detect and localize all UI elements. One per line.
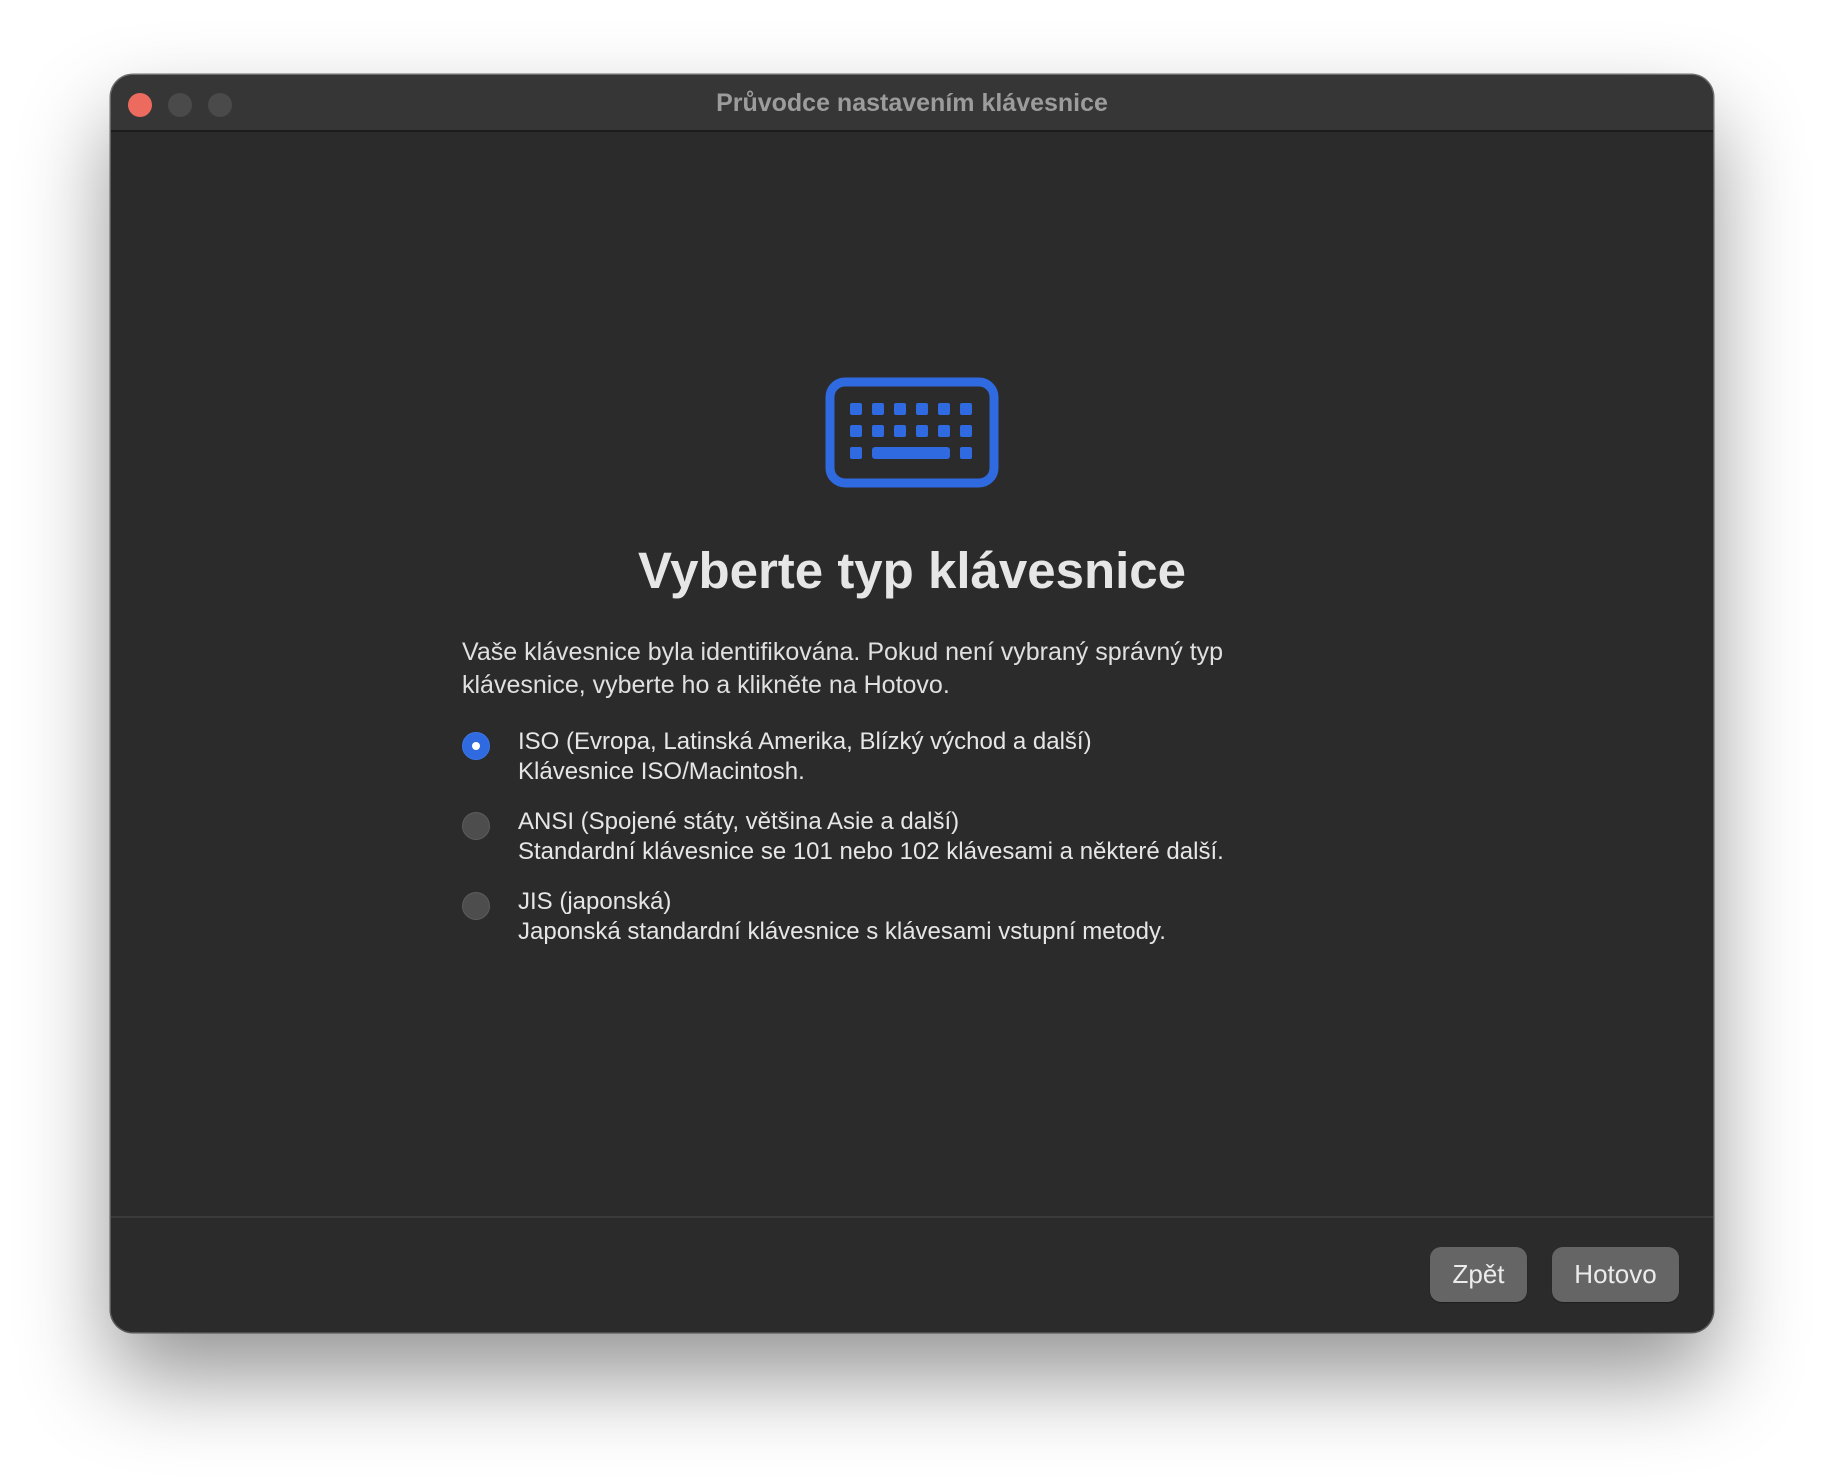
option-title: JIS (japonská) (518, 888, 672, 915)
keyboard-setup-window: Průvodce nastavením klávesnice Vyberte t… (111, 75, 1713, 1332)
page-heading: Vyberte typ klávesnice (637, 542, 1187, 599)
option-description: Klávesnice ISO/Macintosh. (518, 758, 805, 785)
keyboard-icon (825, 377, 999, 488)
title-bar: Průvodce nastavením klávesnice (111, 75, 1713, 132)
page-description: Vaše klávesnice byla identifikována. Pok… (462, 638, 1224, 699)
assistant-content: Vyberte typ klávesnice Vaše klávesnice b… (111, 132, 1713, 1290)
radio-iso[interactable] (462, 732, 490, 760)
option-description: Standardní klávesnice se 101 nebo 102 kl… (518, 838, 1224, 865)
option-iso[interactable]: ISO (Evropa, Latinská Amerika, Blízký vý… (462, 728, 1362, 790)
option-title: ISO (Evropa, Latinská Amerika, Blízký vý… (518, 728, 1092, 755)
radio-ansi[interactable] (462, 812, 490, 840)
option-description: Japonská standardní klávesnice s klávesa… (518, 918, 1166, 945)
radio-jis[interactable] (462, 892, 490, 920)
back-button[interactable]: Zpět (1430, 1247, 1527, 1302)
option-jis[interactable]: JIS (japonská) Japonská standardní kláve… (462, 888, 1362, 950)
window-title: Průvodce nastavením klávesnice (716, 89, 1108, 117)
option-ansi[interactable]: ANSI (Spojené státy, většina Asie a dalš… (462, 808, 1362, 870)
done-button[interactable]: Hotovo (1552, 1247, 1679, 1302)
option-title: ANSI (Spojené státy, většina Asie a dalš… (518, 808, 960, 835)
